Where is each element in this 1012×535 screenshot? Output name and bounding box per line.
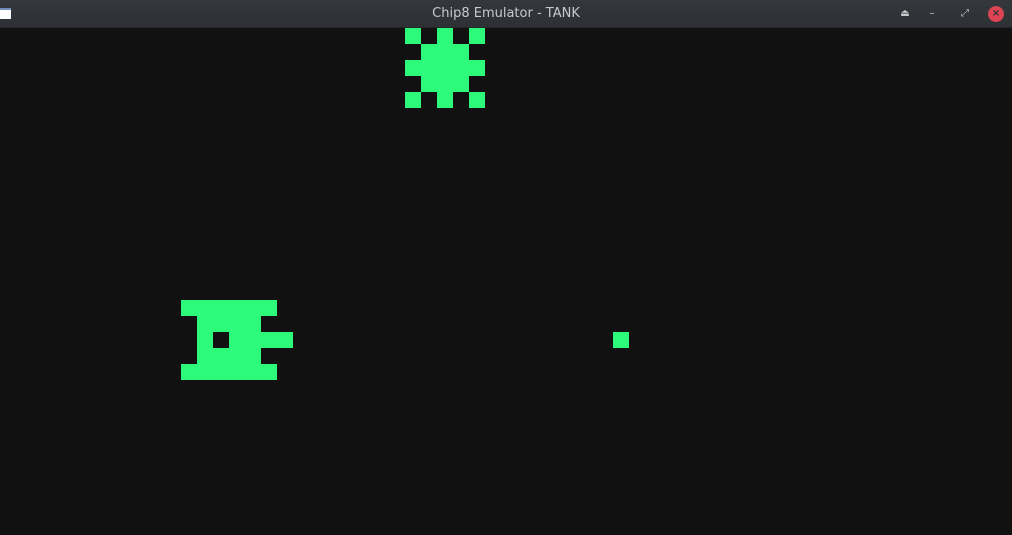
screen-pixel <box>437 92 453 108</box>
screen-pixel <box>229 332 245 348</box>
tank-sprite <box>181 300 293 380</box>
screen-pixel <box>181 364 197 380</box>
screen-pixel <box>453 44 469 60</box>
screen-pixel <box>213 300 229 316</box>
screen-pixel <box>245 364 261 380</box>
screen-pixel <box>469 92 485 108</box>
screen-pixel <box>229 300 245 316</box>
screen-pixel <box>229 364 245 380</box>
bullet-sprite <box>613 332 629 348</box>
screen-pixel <box>245 316 261 332</box>
maximize-icon[interactable]: ⤢ <box>956 5 974 23</box>
window-title: Chip8 Emulator - TANK <box>432 6 580 21</box>
screen-pixel <box>229 348 245 364</box>
screen-pixel <box>213 364 229 380</box>
screen-pixel <box>421 60 437 76</box>
screen-pixel <box>197 316 213 332</box>
close-icon[interactable]: × <box>988 6 1004 22</box>
screen-pixel <box>277 332 293 348</box>
screen-pixel <box>229 316 245 332</box>
target-sprite <box>405 28 485 108</box>
screen-pixel <box>437 44 453 60</box>
screen-pixel <box>197 348 213 364</box>
screen-pixel <box>245 332 261 348</box>
screen-pixel <box>213 348 229 364</box>
minimize-icon[interactable]: – <box>923 5 941 23</box>
screen-pixel <box>197 364 213 380</box>
screen-pixel <box>197 300 213 316</box>
screen-pixel <box>261 300 277 316</box>
screen-pixel <box>405 60 421 76</box>
screen-pixel <box>453 76 469 92</box>
screen-pixel <box>613 332 629 348</box>
screen-pixel <box>261 364 277 380</box>
screen-pixel <box>405 28 421 44</box>
keep-above-icon[interactable]: ⏏ <box>896 5 914 23</box>
screen-pixel <box>261 332 277 348</box>
screen-pixel <box>437 60 453 76</box>
screen-pixel <box>213 316 229 332</box>
title-bar[interactable]: Chip8 Emulator - TANK ⏏ – ⤢ × <box>0 0 1012 28</box>
screen-pixel <box>245 348 261 364</box>
chip8-display[interactable] <box>0 28 1012 535</box>
screen-pixel <box>405 92 421 108</box>
screen-pixel <box>437 28 453 44</box>
screen-pixel <box>421 44 437 60</box>
screen-pixel <box>437 76 453 92</box>
screen-pixel <box>421 76 437 92</box>
screen-pixel <box>181 300 197 316</box>
screen-pixel <box>469 28 485 44</box>
emulator-window: Chip8 Emulator - TANK ⏏ – ⤢ × <box>0 0 1012 535</box>
screen-pixel <box>453 60 469 76</box>
screen-pixel <box>469 60 485 76</box>
screen-pixel <box>197 332 213 348</box>
screen-pixel <box>245 300 261 316</box>
